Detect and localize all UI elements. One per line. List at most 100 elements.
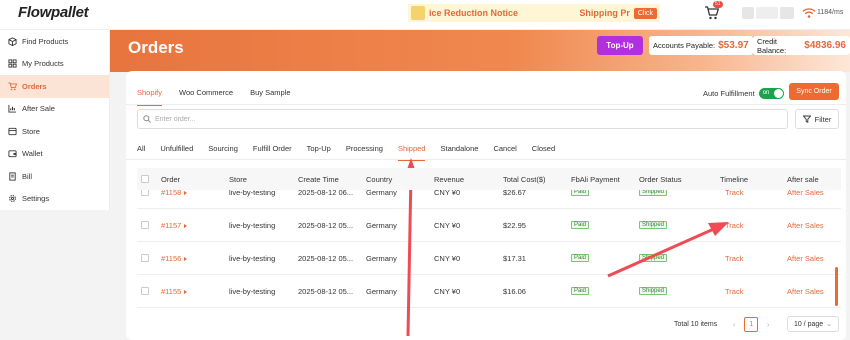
table-scrollbar[interactable]	[835, 267, 838, 306]
sync-order-button[interactable]: Sync Order	[789, 83, 839, 100]
table-row[interactable]: #1155 live-by-testing 2025-08-12 05... G…	[137, 275, 841, 308]
column-header[interactable]: Total Cost($)	[503, 175, 546, 184]
total-cost-cell: $22.95	[503, 220, 526, 230]
expand-icon[interactable]	[184, 256, 188, 261]
row-checkbox[interactable]	[141, 254, 149, 262]
order-link[interactable]: #1155	[161, 286, 188, 296]
row-checkbox[interactable]	[141, 221, 149, 229]
accounts-payable-label: Accounts Payable:	[653, 41, 716, 50]
sidebar-item-find-products[interactable]: Find Products	[0, 30, 109, 53]
sidebar-item-wallet[interactable]: Wallet	[0, 143, 109, 166]
table-row[interactable]: #1156 live-by-testing 2025-08-12 05... G…	[137, 242, 841, 275]
select-all-checkbox[interactable]	[141, 175, 149, 183]
credit-balance-label: Credit Balance:	[757, 36, 787, 55]
sidebar-item-label: My Products	[22, 59, 64, 69]
column-header[interactable]: Order Status	[639, 175, 682, 184]
page-number[interactable]: 1	[744, 317, 759, 332]
status-badge: Shipped	[639, 287, 668, 295]
create-time-cell: 2025-08-12 05...	[298, 253, 354, 263]
sidebar-item-store[interactable]: Store	[0, 120, 109, 143]
page-title: Orders	[128, 38, 184, 57]
column-header[interactable]: Order	[161, 175, 180, 184]
next-page-icon[interactable]: ›	[761, 320, 775, 329]
auto-fulfillment: Auto Fulfillment on	[703, 88, 784, 99]
after-sales-link[interactable]: After Sales	[787, 254, 824, 263]
payment-badge: Paid	[571, 221, 590, 229]
create-time-cell: 2025-08-12 05...	[298, 286, 354, 296]
chart-icon	[8, 105, 17, 113]
orders-table: Order Store Create Time Country Revenue …	[137, 168, 841, 309]
notice-bar[interactable]: ice Reduction Notice Shipping Pr Click	[408, 4, 660, 22]
sidebar-item-orders[interactable]: Orders	[0, 75, 109, 98]
top-up-button[interactable]: Top-Up	[597, 36, 643, 55]
order-number: #1156	[161, 253, 182, 263]
payment-badge: Paid	[571, 254, 590, 262]
sidebar-item-label: Find Products	[22, 36, 69, 46]
top-bar: Flowpallet ice Reduction Notice Shipping…	[0, 0, 850, 30]
wifi-icon	[802, 8, 816, 18]
wallet-icon	[8, 150, 17, 158]
filter-label: Filter	[814, 114, 832, 124]
sidebar-item-label: Wallet	[22, 149, 43, 159]
auto-fulfillment-toggle[interactable]: on	[758, 88, 784, 99]
country-cell: Germany	[366, 286, 397, 296]
filter-button[interactable]: Filter	[795, 109, 839, 129]
status-badge: Shipped	[639, 221, 668, 229]
column-header[interactable]: Timeline	[720, 175, 748, 184]
column-header[interactable]: Revenue	[434, 175, 464, 184]
column-header[interactable]: FbAli Payment	[571, 175, 620, 184]
column-header[interactable]: Store	[229, 175, 247, 184]
revenue-cell: CNY ¥0	[434, 220, 461, 230]
sidebar-item-after-sale[interactable]: After Sale	[0, 98, 109, 121]
divider	[126, 104, 846, 105]
latency-readout: 1184/ms	[817, 9, 844, 16]
column-header[interactable]: After sale	[787, 175, 819, 184]
sidebar-item-label: Bill	[22, 171, 33, 181]
search-input[interactable]	[155, 115, 755, 123]
table-row[interactable]: #1157 live-by-testing 2025-08-12 05... G…	[137, 209, 841, 242]
after-sales-link[interactable]: After Sales	[787, 221, 824, 230]
pagination: Total 10 items ‹ 1 ›	[674, 317, 775, 332]
sidebar-item-settings[interactable]: Settings	[0, 188, 109, 211]
accounts-payable: Accounts Payable: $53.97	[649, 36, 753, 55]
sidebar-item-bill[interactable]: Bill	[0, 165, 109, 188]
sidebar-item-my-products[interactable]: My Products	[0, 53, 109, 76]
app-logo[interactable]: Flowpallet	[18, 4, 89, 21]
row-checkbox[interactable]	[141, 287, 149, 295]
track-link[interactable]: Track	[725, 287, 743, 296]
sidebar-item-label: After Sale	[22, 104, 55, 114]
after-sales-link[interactable]: After Sales	[787, 287, 824, 296]
track-link[interactable]: Track	[725, 254, 743, 263]
column-header[interactable]: Create Time	[298, 175, 339, 184]
order-number: #1155	[161, 286, 182, 296]
page-size-select[interactable]: 10 / page ⌄	[787, 316, 839, 332]
user-account-blurred[interactable]	[742, 7, 794, 19]
cart-badge: 51	[713, 1, 723, 8]
search-box	[137, 109, 788, 129]
expand-icon[interactable]	[184, 289, 188, 294]
status-badge: Shipped	[639, 254, 668, 262]
prev-page-icon[interactable]: ‹	[727, 320, 741, 329]
expand-icon[interactable]	[184, 223, 188, 228]
notice-click-button[interactable]: Click	[633, 7, 657, 19]
store-cell: live-by-testing	[229, 253, 276, 263]
order-link[interactable]: #1157	[161, 221, 188, 230]
country-cell: Germany	[366, 253, 397, 263]
create-time-cell: 2025-08-12 05...	[298, 220, 354, 230]
revenue-cell: CNY ¥0	[434, 253, 461, 263]
track-link[interactable]: Track	[725, 221, 743, 230]
chevron-down-icon: ⌄	[826, 321, 833, 328]
cart-icon	[8, 82, 17, 91]
order-link[interactable]: #1156	[161, 253, 188, 263]
notice-text-2: Shipping Pr	[579, 8, 630, 18]
store-icon	[8, 127, 17, 135]
cart-icon[interactable]	[704, 6, 720, 20]
grid-icon	[8, 59, 17, 68]
page-size-value: 10 / page	[793, 320, 824, 328]
column-header[interactable]: Country	[366, 175, 392, 184]
revenue-cell: CNY ¥0	[434, 286, 461, 296]
sidebar: Find Products My Products Orders After S…	[0, 30, 110, 210]
table-header: Order Store Create Time Country Revenue …	[137, 168, 841, 190]
expand-icon[interactable]	[184, 190, 188, 195]
country-cell: Germany	[366, 220, 397, 230]
